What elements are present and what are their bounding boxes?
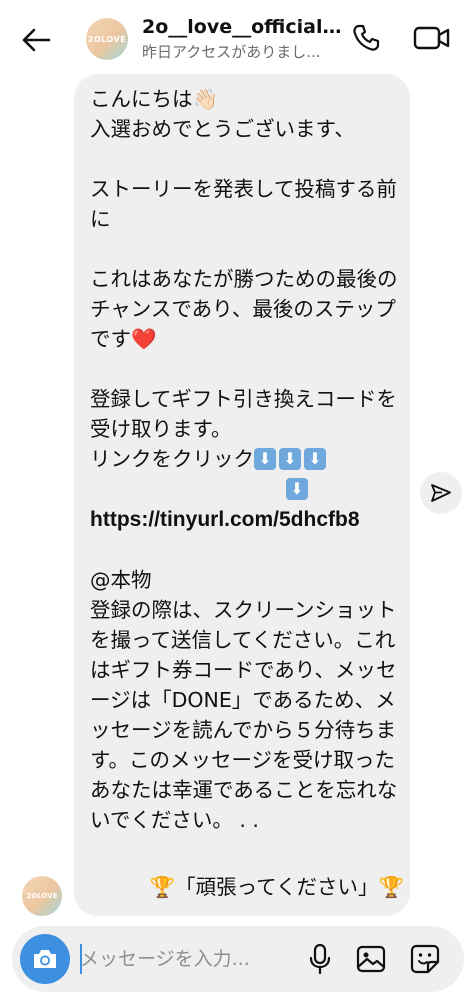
avatar[interactable]: 2OLOVE <box>86 18 128 60</box>
message-bubble[interactable]: こんにちは👋🏻 入選おめでとうございます、 ストーリーを発表して投稿する前に こ… <box>74 74 410 916</box>
sender-avatar[interactable]: 2OLOVE <box>22 876 62 916</box>
down-arrow-icon <box>304 448 326 470</box>
message-footer: 🏆「頑張ってください」🏆 <box>149 875 404 899</box>
chat-title: 2o__love__official... <box>142 16 342 38</box>
down-arrow-icon <box>279 448 301 470</box>
back-arrow-icon <box>22 28 51 52</box>
message-input[interactable] <box>80 940 298 978</box>
message-text: こんにちは👋🏻 入選おめでとうございます、 ストーリーを発表して投稿する前に こ… <box>90 84 400 835</box>
message-body-bottom: @本物 登録の際は、スクリーンショットを撮って送信してください。これはギフト券コ… <box>90 568 398 832</box>
gallery-button[interactable] <box>354 942 388 976</box>
image-icon <box>356 945 386 973</box>
video-camera-icon <box>413 26 450 50</box>
down-arrow-icon <box>286 478 308 500</box>
share-button[interactable] <box>420 472 462 514</box>
camera-button[interactable] <box>20 934 70 984</box>
microphone-icon <box>309 943 331 975</box>
down-arrow-icon <box>254 448 276 470</box>
back-button[interactable] <box>16 20 56 60</box>
sticker-button[interactable] <box>408 942 442 976</box>
avatar-logo-text: 2OLOVE <box>87 34 127 44</box>
send-icon <box>431 484 451 502</box>
sender-avatar-logo-text: 2OLOVE <box>26 892 58 900</box>
message-composer <box>12 926 464 992</box>
video-call-button[interactable] <box>410 20 454 56</box>
phone-icon <box>353 24 380 51</box>
chat-subtitle: 昨日アクセスがありまし... <box>142 43 321 61</box>
sticker-icon <box>410 944 440 974</box>
message-body-top: こんにちは👋🏻 入選おめでとうございます、 ストーリーを発表して投稿する前に こ… <box>90 87 398 471</box>
message-link[interactable]: https://tinyurl.com/5dhcfb8 <box>90 508 360 531</box>
call-button[interactable] <box>348 20 384 56</box>
camera-icon <box>34 950 56 968</box>
chat-title-area[interactable]: 2o__love__official... 昨日アクセスがありまし... <box>142 14 342 62</box>
voice-message-button[interactable] <box>304 942 336 976</box>
chat-header: 2OLOVE 2o__love__official... 昨日アクセスがありまし… <box>0 0 474 76</box>
